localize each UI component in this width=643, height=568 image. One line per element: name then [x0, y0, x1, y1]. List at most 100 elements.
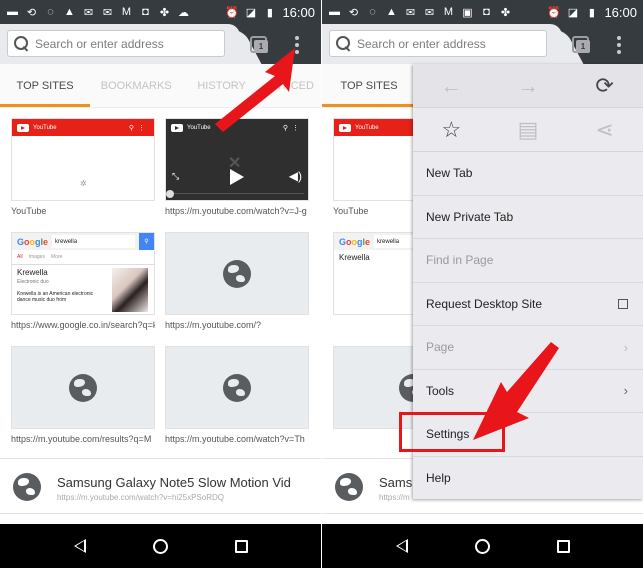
- menu-nav-row: ← → ⟳: [413, 64, 643, 108]
- forward-arrow-icon[interactable]: →: [508, 73, 548, 99]
- search-icon: ⚲⋮: [128, 124, 149, 132]
- site-label: https://m.youtube.com/?: [165, 320, 262, 330]
- history-url: https://m.youtube.com/watch?v=hi25xPSoRD…: [57, 493, 224, 502]
- home-icon[interactable]: [152, 538, 168, 554]
- app-icon: ▲: [64, 6, 75, 18]
- tab-count: 1: [254, 40, 268, 53]
- chevron-right-icon: ›: [623, 383, 628, 399]
- globe-icon: [223, 373, 251, 402]
- gallery-icon: ▣: [462, 6, 473, 19]
- site-thumbnail: [11, 346, 155, 429]
- overflow-menu: ← → ⟳ ☆ ▤ ⋖ New Tab New Private Tab Find…: [413, 64, 643, 499]
- globe-icon: [223, 259, 251, 288]
- menu-button[interactable]: [292, 36, 302, 54]
- tab-history[interactable]: HISTORY: [182, 64, 261, 107]
- browser-toolbar: Search or enter address 1: [0, 24, 321, 64]
- rotate-icon: ⟲: [26, 6, 37, 19]
- home-tabs: TOP SITES BOOKMARKS HISTORY SYNCED: [0, 64, 321, 108]
- app-icon: ▲: [386, 6, 397, 18]
- top-site-tile[interactable]: https://m.youtube.com/watch?v=Th: [165, 346, 309, 444]
- android-nav-bar: [0, 524, 321, 568]
- tab-top-sites[interactable]: TOP SITES: [0, 64, 91, 107]
- menu-item-find-in-page[interactable]: Find in Page: [413, 239, 643, 283]
- youtube-logo-icon: [171, 123, 183, 132]
- status-bar: ▬ ⟲ ◌ ▲ ✉ ✉ M ▣ ◘ ✤ ⏰ ◪ ▮ 16:00: [322, 0, 643, 24]
- top-site-tile[interactable]: https://m.youtube.com/results?q=M: [11, 346, 155, 444]
- back-arrow-icon[interactable]: ←: [431, 73, 471, 99]
- tab-synced[interactable]: SYNCED: [261, 64, 321, 107]
- google-logo: Google: [17, 236, 49, 247]
- menu-item-help[interactable]: Help: [413, 457, 643, 501]
- globe-icon: [69, 373, 97, 402]
- youtube-logo-icon: [17, 123, 29, 132]
- url-bar[interactable]: Search or enter address: [329, 30, 547, 57]
- tab-count: 1: [576, 40, 590, 53]
- top-site-tile[interactable]: https://m.youtube.com/?: [165, 232, 309, 330]
- menu-item-new-tab[interactable]: New Tab: [413, 152, 643, 196]
- mail-icon: ✉: [102, 6, 113, 19]
- top-site-tile[interactable]: Google krewella ⚲ All Images More Krewella E…: [11, 232, 155, 330]
- message-icon: ▬: [329, 6, 340, 18]
- menu-button[interactable]: [614, 36, 624, 54]
- search-icon: [13, 35, 31, 53]
- gmail-icon: M: [443, 6, 454, 18]
- site-label: YouTube: [11, 206, 47, 216]
- home-icon[interactable]: [474, 538, 490, 554]
- no-sim-icon: ◪: [245, 6, 257, 19]
- tabs-button[interactable]: 1: [250, 36, 268, 53]
- rotate-icon: ⟲: [348, 6, 359, 19]
- browser-toolbar: Search or enter address 1: [322, 24, 643, 64]
- top-site-tile[interactable]: YouTube ⚲⋮ ✲ YouTube: [11, 118, 155, 216]
- play-icon: [230, 169, 244, 185]
- history-title: Samsung Galaxy Note5 Slow Motion Vid: [57, 475, 291, 490]
- mail-icon: ✉: [405, 6, 416, 19]
- instagram-icon: ◘: [483, 6, 490, 18]
- pinwheel-icon: ✤: [500, 6, 511, 19]
- tab-top-sites[interactable]: TOP SITES: [322, 64, 416, 107]
- back-icon[interactable]: [73, 539, 86, 553]
- menu-item-tools[interactable]: Tools ›: [413, 370, 643, 413]
- history-title: Sams: [379, 475, 413, 490]
- back-icon[interactable]: [395, 539, 408, 553]
- screenshot-right: ▬ ⟲ ◌ ▲ ✉ ✉ M ▣ ◘ ✤ ⏰ ◪ ▮ 16:00 Search o…: [322, 0, 643, 568]
- url-placeholder: Search or enter address: [357, 36, 486, 51]
- search-icon: ⚲: [139, 233, 154, 250]
- gmail-icon: M: [121, 6, 132, 18]
- reading-list-add-icon[interactable]: ▤: [508, 117, 548, 143]
- mail-icon: ✉: [83, 6, 94, 19]
- url-bar[interactable]: Search or enter address: [7, 30, 225, 57]
- site-label: https://m.youtube.com/watch?v=J-g: [165, 206, 307, 216]
- top-site-tile[interactable]: YouTube ⚲⋮ ✕ ⤡ ◀) https://m.youtube.com/w…: [165, 118, 309, 216]
- tabs-button[interactable]: 1: [572, 36, 590, 53]
- fullscreen-icon: ⤡: [172, 171, 180, 181]
- recents-icon[interactable]: [556, 539, 570, 553]
- recents-icon[interactable]: [234, 539, 248, 553]
- menu-item-settings[interactable]: Settings: [413, 413, 643, 457]
- reload-icon[interactable]: ⟳: [585, 73, 625, 99]
- no-sim-icon: ◪: [567, 6, 579, 19]
- screenshot-left: ▬ ⟲ ◌ ▲ ✉ ✉ M ◘ ✤ ☁ ⏰ ◪ ▮ 16:00 Search o…: [0, 0, 321, 568]
- instagram-icon: ◘: [142, 6, 149, 18]
- menu-item-page[interactable]: Page ›: [413, 326, 643, 370]
- tab-bookmarks[interactable]: BOOKMARKS: [90, 64, 182, 107]
- mail-icon: ✉: [424, 6, 435, 19]
- whatsapp-icon: ◌: [369, 6, 376, 18]
- checkbox[interactable]: [618, 298, 628, 309]
- share-icon[interactable]: ⋖: [585, 117, 625, 143]
- site-thumbnail: Google krewella ⚲ All Images More Krewella E…: [11, 232, 155, 315]
- pinwheel-icon: ✤: [159, 6, 170, 19]
- site-thumbnail: YouTube ⚲⋮ ✕ ⤡ ◀): [165, 118, 309, 201]
- site-thumbnail: [165, 232, 309, 315]
- loading-spinner-icon: ✲: [80, 179, 87, 188]
- cloud-icon: ☁: [178, 6, 189, 19]
- history-item[interactable]: Samsung Galaxy Note5 Slow Motion Vid htt…: [0, 458, 321, 514]
- message-icon: ▬: [7, 6, 18, 18]
- search-icon: [335, 35, 353, 53]
- menu-item-new-private-tab[interactable]: New Private Tab: [413, 196, 643, 239]
- chevron-right-icon: ›: [623, 339, 628, 355]
- bookmark-star-icon[interactable]: ☆: [431, 117, 471, 143]
- menu-item-request-desktop-site[interactable]: Request Desktop Site: [413, 283, 643, 326]
- battery-icon: ▮: [266, 6, 273, 19]
- battery-icon: ▮: [588, 6, 595, 19]
- whatsapp-icon: ◌: [47, 6, 54, 18]
